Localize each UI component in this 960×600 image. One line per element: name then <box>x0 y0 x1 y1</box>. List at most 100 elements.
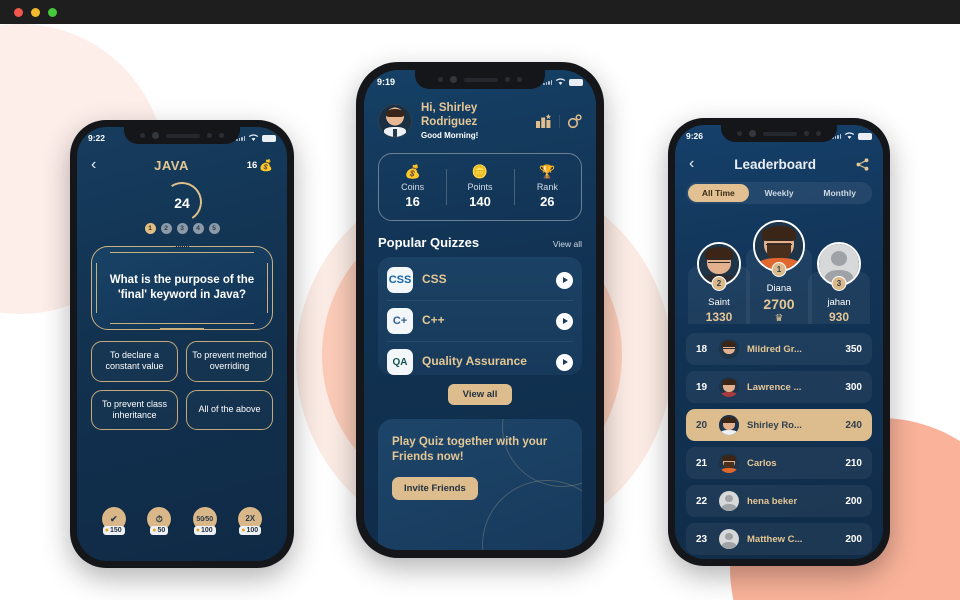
play-button[interactable] <box>556 312 573 330</box>
share-icon[interactable] <box>856 157 869 171</box>
podium-score: 1330 <box>705 310 733 324</box>
table-row[interactable]: 21 Carlos 210 <box>686 447 872 479</box>
avatar[interactable] <box>378 104 412 139</box>
signal-icon <box>543 79 552 85</box>
stat-value: 26 <box>540 194 555 210</box>
answer-option[interactable]: To prevent method overriding <box>186 341 273 382</box>
quiz-list[interactable]: CSS CSS C+ C++ QA Quality Assurance <box>378 257 582 376</box>
phone-quiz: 9:22 ‹ JAVA 16 💰 24 1 2 3 4 5 What is th… <box>70 120 294 568</box>
podium-place-3[interactable]: 3 jahan 930 <box>808 242 870 324</box>
row-name: Mildred Gr... <box>747 343 802 355</box>
points-icon: 🪙 <box>471 164 489 180</box>
timer-value: 24 <box>174 195 190 211</box>
back-button[interactable]: ‹ <box>689 156 694 172</box>
stat-points: 🪙 Points 140 <box>446 165 513 209</box>
battery-icon <box>569 78 583 86</box>
close-button[interactable] <box>14 8 23 17</box>
avatar: 1 <box>753 220 805 277</box>
row-name: hena beker <box>747 495 798 507</box>
wifi-icon <box>555 78 566 85</box>
list-item[interactable]: CSS CSS <box>387 260 573 302</box>
row-rank: 18 <box>696 343 708 355</box>
invite-friends-button[interactable]: Invite Friends <box>392 477 478 500</box>
table-row[interactable]: 23 Matthew C... 200 <box>686 523 872 555</box>
window-titlebar <box>0 0 960 24</box>
home-screen: 9:19 Hi, Shirley Rodriguez Good Morning!… <box>364 70 596 550</box>
leaderboard-list: 18 Mildred Gr... 350 19 Lawrence ... 300… <box>686 333 872 555</box>
avatar <box>719 491 739 511</box>
quiz-name: C++ <box>422 313 445 328</box>
row-score: 200 <box>845 495 862 507</box>
powerup-cost: 50 <box>157 527 166 534</box>
table-row[interactable]: 19 Lawrence ... 300 <box>686 371 872 403</box>
play-button[interactable] <box>556 353 573 371</box>
stat-label: Points <box>467 182 493 193</box>
leaderboard-icon[interactable] <box>535 113 552 129</box>
notch <box>721 125 837 142</box>
app-window: 9:22 ‹ JAVA 16 💰 24 1 2 3 4 5 What is th… <box>0 0 960 600</box>
powerup-extra-time[interactable]: ⏱ ● 50 <box>142 507 176 535</box>
progress-dot[interactable]: 1 <box>144 223 156 234</box>
leaderboard-header: ‹ Leaderboard <box>686 156 872 172</box>
minimize-button[interactable] <box>31 8 40 17</box>
powerup-double-points[interactable]: 2X ● 100 <box>233 507 267 535</box>
settings-icon[interactable] <box>567 113 582 129</box>
back-button[interactable]: ‹ <box>91 157 96 173</box>
quiz-name: Quality Assurance <box>422 354 527 369</box>
stat-value: 16 <box>405 194 420 210</box>
progress-dot[interactable]: 2 <box>160 223 172 234</box>
question-timer: 24 <box>158 178 206 226</box>
powerup-fifty-fifty[interactable]: 50⁄50 ● 100 <box>188 507 222 535</box>
tab-weekly[interactable]: Weekly <box>749 184 810 202</box>
powerup-cost: 100 <box>246 527 259 534</box>
promo-text: Play Quiz together with your Friends now… <box>392 436 548 464</box>
podium-place-1[interactable]: 1 Diana 2700 ♛ <box>746 220 812 324</box>
table-row[interactable]: 22 hena beker 200 <box>686 485 872 517</box>
podium-place-2[interactable]: 2 Saint 1330 <box>688 242 750 324</box>
play-button[interactable] <box>556 271 573 289</box>
notch <box>124 127 240 144</box>
maximize-button[interactable] <box>48 8 57 17</box>
leaderboard-screen: 9:26 ‹ Leaderboard All Time Weekly Month… <box>675 125 883 559</box>
cpp-icon: C+ <box>387 308 413 335</box>
stat-label: Coins <box>401 182 425 193</box>
question-card: What is the purpose of the 'final' keywo… <box>91 246 273 330</box>
section-title: Popular Quizzes <box>378 235 480 251</box>
tab-all-time[interactable]: All Time <box>688 184 749 202</box>
row-rank: 23 <box>696 533 708 545</box>
phone-leaderboard: 9:26 ‹ Leaderboard All Time Weekly Month… <box>668 118 890 566</box>
podium: 2 Saint 1330 1 Diana 2700 ♛ 3 jahan 930 <box>686 216 872 324</box>
view-all-link[interactable]: View all <box>553 239 582 249</box>
view-all-button[interactable]: View all <box>447 384 513 406</box>
row-name: Matthew C... <box>747 533 803 545</box>
row-score: 240 <box>845 419 862 431</box>
list-item[interactable]: C+ C++ <box>387 301 573 343</box>
avatar <box>719 415 739 435</box>
answer-option[interactable]: To declare a constant value <box>91 341 178 382</box>
coin-icon: ● <box>195 527 201 534</box>
powerup-fifty-fifty-check[interactable]: ✔ ● 150 <box>97 507 131 535</box>
coin-count: 16 <box>246 159 258 171</box>
row-score: 300 <box>845 381 862 393</box>
tab-monthly[interactable]: Monthly <box>809 184 870 202</box>
crown-icon: ♛ <box>774 313 784 324</box>
stat-rank: 🏆 Rank 26 <box>513 165 581 210</box>
row-rank: 19 <box>696 381 708 393</box>
question-text: What is the purpose of the 'final' keywo… <box>109 273 255 301</box>
progress-dot[interactable]: 3 <box>176 223 188 234</box>
answer-option[interactable]: All of the above <box>186 389 273 430</box>
table-row[interactable]: 18 Mildred Gr... 350 <box>686 333 872 365</box>
table-row[interactable]: 20 Shirley Ro... 240 <box>686 409 872 441</box>
stat-value: 140 <box>469 194 491 210</box>
greeting-name: Hi, Shirley Rodriguez <box>421 102 478 128</box>
stats-card: 💰 Coins 16 🪙 Points 140 🏆 Rank 26 <box>378 153 582 222</box>
progress-dot[interactable]: 5 <box>208 223 220 234</box>
rank-badge: 3 <box>831 276 847 291</box>
row-name: Lawrence ... <box>747 381 802 393</box>
leaderboard-tabs: All Time Weekly Monthly <box>686 182 872 204</box>
answer-option[interactable]: To prevent class inheritance <box>91 389 178 430</box>
answer-options: To declare a constant value To prevent m… <box>91 341 273 430</box>
progress-dot[interactable]: 4 <box>192 223 204 234</box>
rank-badge: 2 <box>711 276 727 291</box>
list-item[interactable]: QA Quality Assurance <box>387 342 573 376</box>
